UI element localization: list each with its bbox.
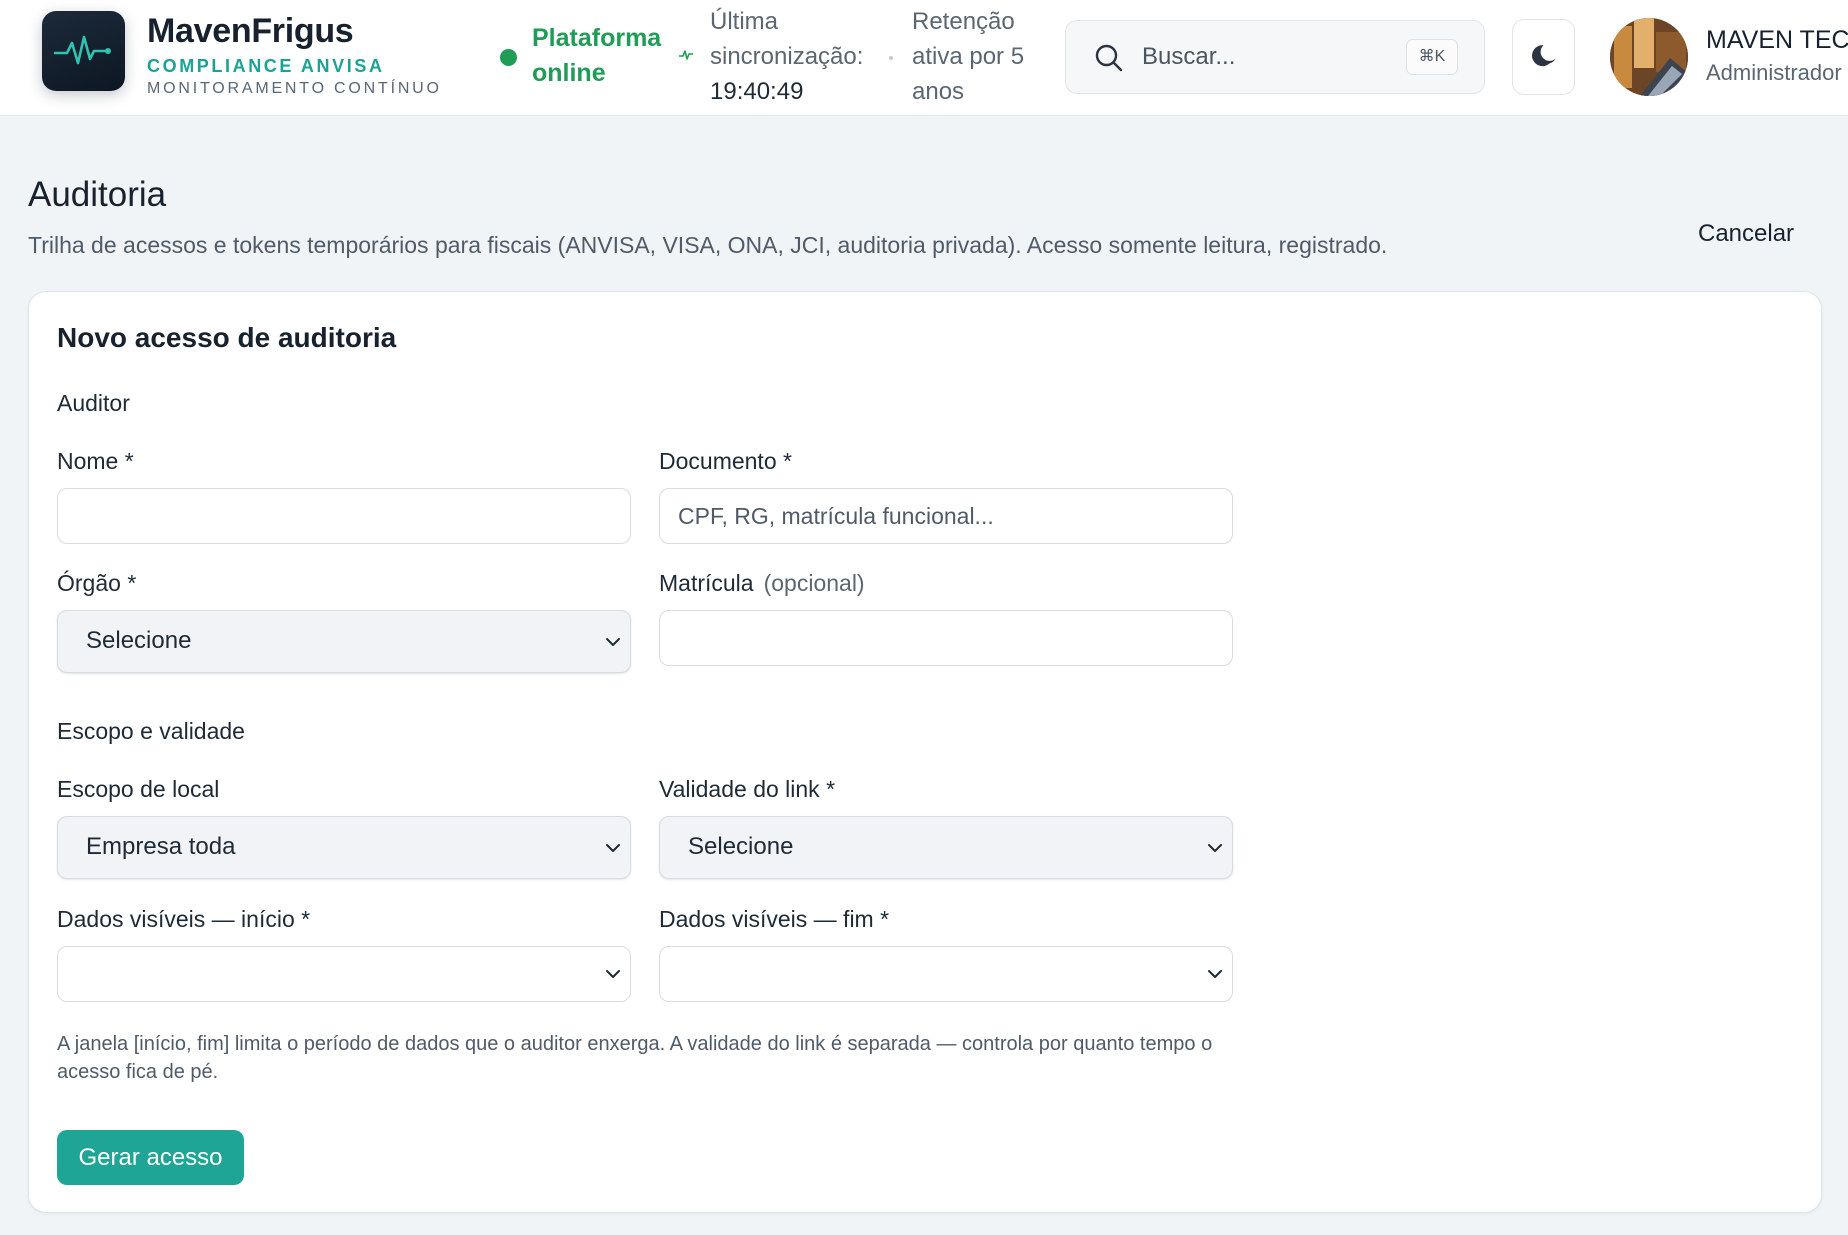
brand-tagline: MONITORAMENTO CONTÍNUO xyxy=(147,80,442,97)
retention-info: Retenção ativa por 5 anos xyxy=(912,8,1025,105)
last-sync-label: Última sincronização: xyxy=(710,8,864,70)
fim-select[interactable] xyxy=(659,946,1233,1002)
moon-icon xyxy=(1531,45,1556,67)
search-shortcut: ⌘K xyxy=(1406,39,1458,75)
chevron-down-icon xyxy=(1208,843,1222,852)
activity-icon xyxy=(679,50,693,60)
avatar-image xyxy=(1610,18,1688,96)
matricula-label: Matrícula (opcional) xyxy=(659,570,865,597)
search-bar[interactable]: ⌘K xyxy=(1065,20,1485,94)
matricula-label-text: Matrícula xyxy=(659,570,754,596)
last-sync: Última sincronização: 19:40:49 xyxy=(710,4,885,109)
page-title: Auditoria xyxy=(28,175,167,214)
validade-selected-value: Selecione xyxy=(688,833,794,860)
inicio-select[interactable] xyxy=(57,946,631,1002)
section-auditor: Auditor xyxy=(57,390,130,416)
matricula-field[interactable] xyxy=(659,610,1233,666)
online-status-dot xyxy=(500,49,517,66)
inicio-label: Dados visíveis — início * xyxy=(57,906,311,932)
escopo-label: Escopo de local xyxy=(57,776,220,802)
matricula-optional-hint: (opcional) xyxy=(763,570,865,596)
page-description: Trilha de acessos e tokens temporários p… xyxy=(28,232,1388,258)
generate-access-button[interactable]: Gerar acesso xyxy=(57,1130,244,1185)
orgao-label: Órgão * xyxy=(57,570,137,596)
section-scope-validity: Escopo e validade xyxy=(57,718,245,744)
user-role: Administrador xyxy=(1706,60,1842,85)
chevron-down-icon xyxy=(606,970,620,978)
chevron-down-icon xyxy=(606,637,620,646)
app-logo[interactable] xyxy=(42,11,125,91)
top-bar: MavenFrigus COMPLIANCE ANVISA MONITORAME… xyxy=(0,0,1848,116)
escopo-select[interactable]: Empresa toda xyxy=(57,816,631,879)
heartbeat-icon xyxy=(53,35,111,65)
nome-field[interactable] xyxy=(57,488,631,544)
orgao-selected-value: Selecione xyxy=(86,627,192,654)
date-window-hint: A janela [início, fim] limita o período … xyxy=(57,1033,1213,1083)
user-avatar[interactable] xyxy=(1610,18,1688,96)
escopo-selected-value: Empresa toda xyxy=(86,833,236,860)
theme-toggle-button[interactable] xyxy=(1512,19,1575,95)
last-sync-time: 19:40:49 xyxy=(710,78,804,105)
documento-field[interactable] xyxy=(659,488,1233,544)
brand-subtitle: COMPLIANCE ANVISA xyxy=(147,56,385,76)
search-input[interactable] xyxy=(1142,39,1392,75)
brand-name: MavenFrigus xyxy=(147,12,354,50)
validade-select[interactable]: Selecione xyxy=(659,816,1233,879)
user-name: MAVEN TECH xyxy=(1706,26,1848,54)
separator-dot xyxy=(889,56,893,60)
platform-status: Plataforma online xyxy=(532,24,662,87)
search-icon xyxy=(1095,44,1123,72)
card-title: Novo acesso de auditoria xyxy=(57,322,397,353)
documento-label: Documento * xyxy=(659,448,792,474)
chevron-down-icon xyxy=(1208,970,1222,978)
cancel-button[interactable]: Cancelar xyxy=(1698,220,1794,248)
validade-label: Validade do link * xyxy=(659,776,836,802)
orgao-select[interactable]: Selecione xyxy=(57,610,631,673)
nome-label: Nome * xyxy=(57,448,134,474)
fim-label: Dados visíveis — fim * xyxy=(659,906,890,932)
new-audit-access-card: Novo acesso de auditoria Auditor Nome * … xyxy=(28,291,1822,1213)
chevron-down-icon xyxy=(606,843,620,852)
